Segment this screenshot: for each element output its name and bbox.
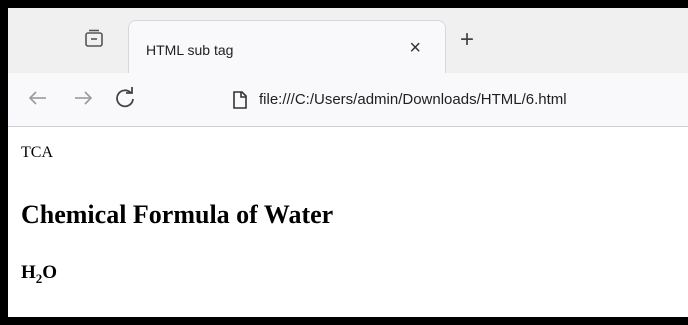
url-text[interactable]: file:///C:/Users/admin/Downloads/HTML/6.… <box>259 91 567 108</box>
reload-icon[interactable] <box>112 85 138 111</box>
tab-title: HTML sub tag <box>146 42 234 58</box>
tab-overview-icon[interactable] <box>83 28 105 50</box>
browser-window: HTML sub tag × + file:///C:/Users/admin/… <box>8 8 688 317</box>
page-heading: Chemical Formula of Water <box>21 200 334 229</box>
page-icon <box>231 90 249 110</box>
tab-close-icon[interactable]: × <box>409 38 421 58</box>
tab-strip: HTML sub tag × + <box>8 8 688 73</box>
formula-heading: H2O <box>21 262 57 287</box>
paragraph-tca: TCA <box>21 144 53 161</box>
formula-base: H <box>21 262 36 283</box>
forward-arrow-icon[interactable] <box>70 85 96 111</box>
address-bar[interactable]: file:///C:/Users/admin/Downloads/HTML/6.… <box>198 80 688 120</box>
tab-active[interactable]: HTML sub tag × <box>128 20 446 73</box>
formula-tail: O <box>42 262 58 283</box>
page-content: TCA Chemical Formula of Water H2O <box>8 127 688 317</box>
back-arrow-icon[interactable] <box>25 85 51 111</box>
nav-toolbar: file:///C:/Users/admin/Downloads/HTML/6.… <box>8 73 688 127</box>
new-tab-icon[interactable]: + <box>457 28 477 52</box>
